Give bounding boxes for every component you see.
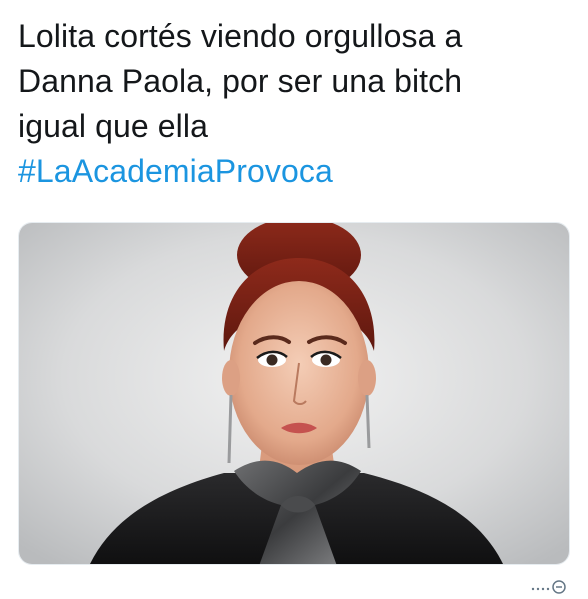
- hashtag-link[interactable]: #LaAcademiaProvoca: [18, 149, 578, 194]
- portrait-photo-icon: [19, 223, 569, 564]
- tweet-media-card[interactable]: [18, 222, 570, 565]
- tweet-text-line-3: igual que ella: [18, 108, 208, 144]
- tweet-text-line-2: Danna Paola, por ser una bitch: [18, 63, 463, 99]
- tweet-text-line-1: Lolita cortés viendo orgullosa a: [18, 18, 463, 54]
- tweet-text: Lolita cortés viendo orgullosa a Danna P…: [18, 14, 578, 194]
- more-options-icon[interactable]: [530, 577, 570, 595]
